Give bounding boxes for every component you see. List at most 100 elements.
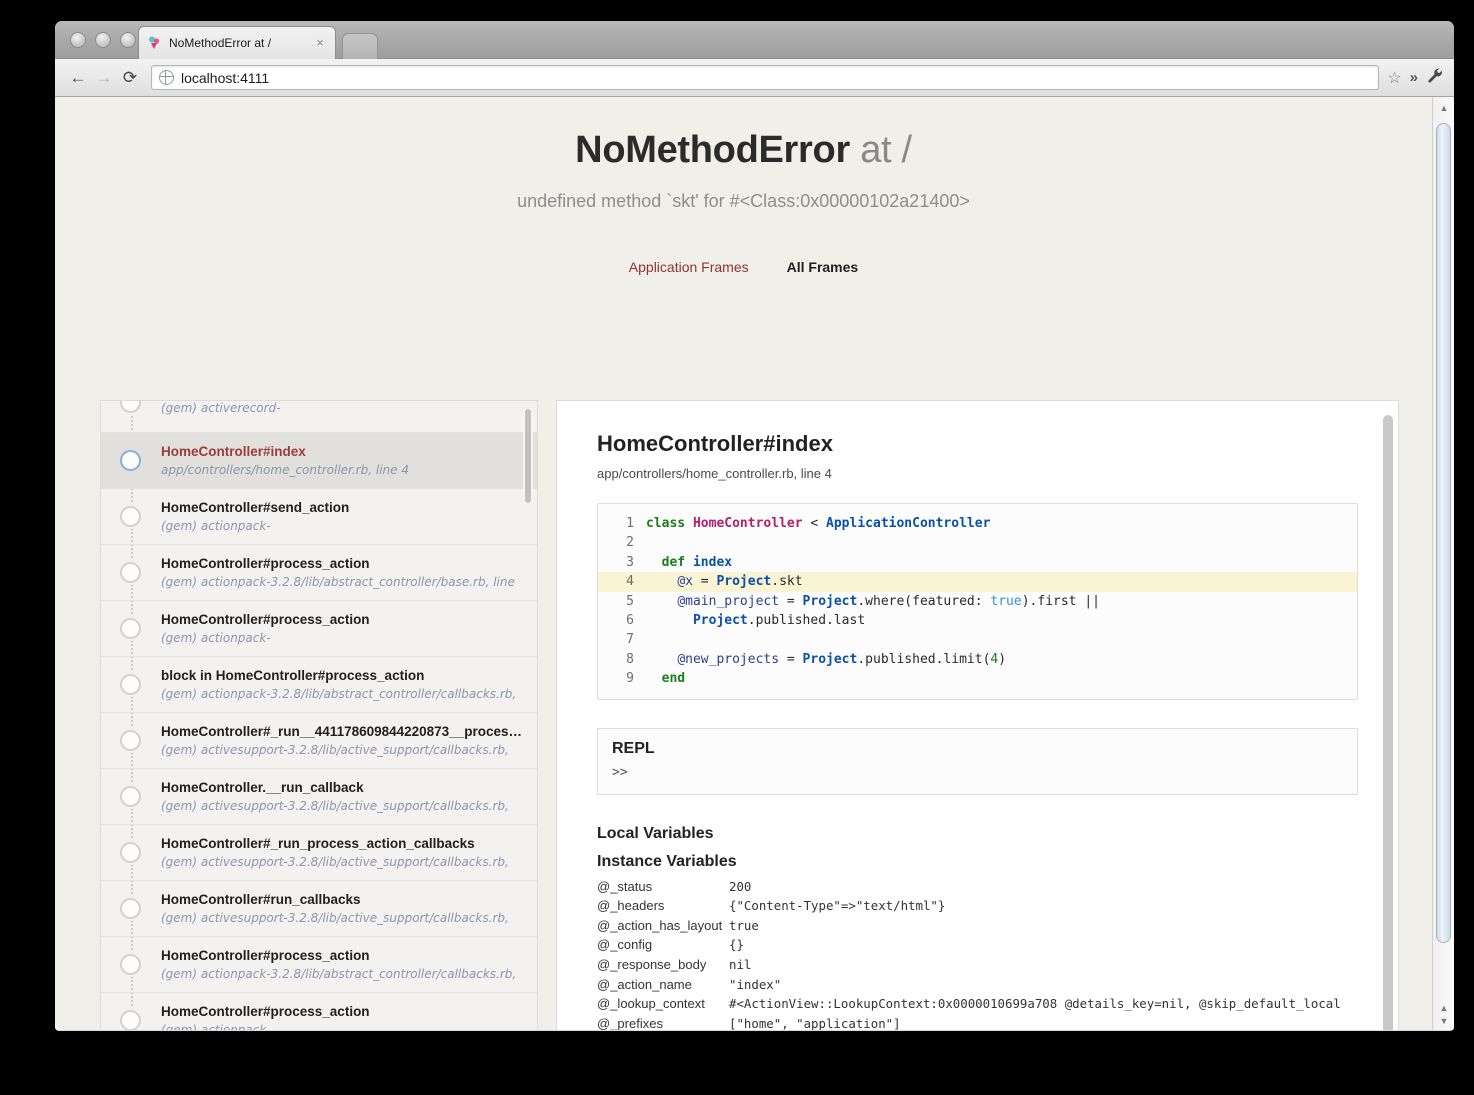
scroll-down-icon[interactable]: ▼ bbox=[1437, 1015, 1451, 1027]
code-line-number: 4 bbox=[626, 574, 634, 590]
close-icon[interactable]: × bbox=[313, 36, 327, 50]
frame-path: (gem) activesupport-3.2.8/lib/active_sup… bbox=[161, 911, 509, 925]
minimize-window-button[interactable] bbox=[95, 32, 111, 48]
code-line-text: def index bbox=[661, 554, 733, 570]
forward-button[interactable]: → bbox=[91, 65, 117, 91]
code-line: 6 Project.published.last bbox=[598, 611, 1357, 630]
frame-path: (gem) actionpack- bbox=[161, 519, 271, 533]
code-line-number: 9 bbox=[626, 671, 634, 687]
frame-bullet-icon bbox=[120, 450, 141, 471]
repl-panel[interactable]: REPL >> bbox=[597, 727, 1358, 795]
variable-name: @_action_name bbox=[597, 976, 692, 992]
frame-name: HomeController#send_action bbox=[161, 500, 350, 515]
reload-button[interactable]: ⟳ bbox=[117, 65, 143, 91]
variable-row: @_prefixes ["home", "application"] bbox=[597, 1014, 1358, 1030]
frame-list-item[interactable]: HomeController#send_action (gem) actionpa… bbox=[101, 489, 537, 545]
frame-path: (gem) activesupport-3.2.8/lib/active_sup… bbox=[161, 799, 509, 813]
code-line-text: class HomeController < ApplicationContro… bbox=[646, 516, 991, 531]
instance-variables-table: @_status 200 @_headers {"Content-Type"=>"te… bbox=[597, 877, 1358, 1030]
frame-name: HomeController#process_action bbox=[161, 948, 370, 963]
frame-list-item[interactable]: HomeController.__run_callback (gem) activ… bbox=[101, 769, 537, 825]
tab-all-frames[interactable]: All Frames bbox=[787, 259, 859, 275]
frame-list-item[interactable]: HomeController#run_callbacks (gem) active… bbox=[101, 881, 537, 937]
code-line-number: 3 bbox=[626, 554, 634, 570]
frames-list: (gem) activerecord- HomeController#index a… bbox=[101, 401, 537, 1030]
frame-path: (gem) activesupport-3.2.8/lib/active_sup… bbox=[161, 743, 509, 757]
url-text: localhost:4111 bbox=[181, 69, 270, 86]
code-line-text: end bbox=[661, 671, 686, 687]
frame-path: (gem) actionpack-3.2.8/lib/abstract_cont… bbox=[161, 575, 515, 589]
frame-bullet-icon bbox=[120, 786, 141, 807]
frame-list-item[interactable]: (gem) activerecord- bbox=[101, 401, 537, 433]
variable-row: @_lookup_context #<ActionView::LookupCont… bbox=[597, 994, 1358, 1014]
frame-path: (gem) activesupport-3.2.8/lib/active_sup… bbox=[161, 855, 509, 869]
variable-value: "index" bbox=[729, 976, 782, 992]
wrench-icon[interactable] bbox=[1427, 67, 1444, 89]
variable-name: @_lookup_context bbox=[597, 996, 705, 1012]
frame-detail-title: HomeController#index bbox=[597, 431, 833, 456]
frame-list-item[interactable]: HomeController#process_action (gem) actio… bbox=[101, 993, 537, 1030]
frame-bullet-icon bbox=[120, 674, 141, 695]
page-scrollbar-thumb[interactable] bbox=[1436, 123, 1451, 943]
frame-bullet-icon bbox=[120, 562, 141, 583]
frame-bullet-icon bbox=[120, 401, 141, 413]
code-line-text: Project.published.last bbox=[692, 613, 866, 629]
frame-list-item[interactable]: HomeController#process_action (gem) actio… bbox=[101, 937, 537, 993]
frame-bullet-icon bbox=[120, 842, 141, 863]
browser-tab[interactable]: NoMethodError at / × bbox=[138, 26, 336, 59]
frame-bullet-icon bbox=[120, 898, 141, 919]
scroll-up-small-icon[interactable]: ▲ bbox=[1437, 1002, 1451, 1014]
code-line: 3 def index bbox=[598, 553, 1357, 572]
frame-list-item[interactable]: HomeController#index app/controllers/home… bbox=[101, 433, 537, 489]
detail-scrollbar[interactable] bbox=[1383, 415, 1393, 1030]
page-scrollbar[interactable]: ▲ ▲ ▼ bbox=[1432, 97, 1454, 1030]
browser-tab-title: NoMethodError at / bbox=[169, 36, 272, 50]
frame-path: (gem) actionpack-3.2.8/lib/abstract_cont… bbox=[161, 687, 517, 701]
window-controls bbox=[70, 32, 136, 48]
variable-name: @_response_body bbox=[597, 957, 707, 973]
maximize-window-button[interactable] bbox=[120, 32, 136, 48]
repl-input[interactable]: >> bbox=[612, 765, 1343, 780]
variable-name: @_headers bbox=[597, 898, 665, 914]
frame-name: HomeController#process_action bbox=[161, 1004, 370, 1019]
chevron-double-right-icon[interactable]: » bbox=[1410, 69, 1418, 86]
frame-path: (gem) actionpack- bbox=[161, 631, 271, 645]
error-header: NoMethodError at / undefined method `skt… bbox=[55, 97, 1432, 275]
code-line: 7 bbox=[598, 630, 1357, 649]
frame-list-item[interactable]: HomeController#process_action (gem) actio… bbox=[101, 545, 537, 601]
address-bar[interactable]: localhost:4111 bbox=[151, 65, 1380, 90]
source-code-block: 1 class HomeController < ApplicationContr… bbox=[597, 503, 1358, 700]
local-variables-title: Local Variables bbox=[597, 824, 714, 842]
frames-scrollbar[interactable] bbox=[523, 407, 533, 505]
frame-name: HomeController.__run_callback bbox=[161, 780, 364, 795]
close-window-button[interactable] bbox=[70, 32, 86, 48]
variable-value: true bbox=[729, 917, 759, 933]
variable-row: @_response_body nil bbox=[597, 955, 1358, 975]
frame-detail-subtitle: app/controllers/home_controller.rb, line… bbox=[597, 466, 832, 481]
code-line-number: 5 bbox=[626, 593, 634, 609]
code-line-number: 7 bbox=[626, 632, 634, 648]
scroll-up-icon[interactable]: ▲ bbox=[1437, 102, 1451, 114]
variable-row: @_action_name "index" bbox=[597, 975, 1358, 995]
frame-list-item[interactable]: block in HomeController#process_action (g… bbox=[101, 657, 537, 713]
bookmark-star-icon[interactable]: ☆ bbox=[1387, 68, 1401, 88]
frame-list-item[interactable]: HomeController#process_action (gem) actio… bbox=[101, 601, 537, 657]
frame-bullet-icon bbox=[120, 618, 141, 639]
variable-value: ["home", "application"] bbox=[729, 1015, 901, 1030]
code-line-text: @new_projects = Project.published.limit(… bbox=[677, 651, 1007, 667]
frame-detail-pane: HomeController#index app/controllers/hom… bbox=[556, 400, 1399, 1030]
frame-list-item[interactable]: HomeController#_run_process_action_callb… bbox=[101, 825, 537, 881]
variable-row: @_status 200 bbox=[597, 877, 1358, 897]
code-line: 9 end bbox=[598, 669, 1357, 688]
back-button[interactable]: ← bbox=[65, 65, 91, 91]
code-line: 2 bbox=[598, 533, 1357, 552]
globe-icon bbox=[159, 70, 174, 85]
error-message: undefined method `skt' for #<Class:0x000… bbox=[517, 191, 970, 211]
tab-application-frames[interactable]: Application Frames bbox=[629, 259, 749, 275]
frame-list-item[interactable]: HomeController#_run__441178609844220873_… bbox=[101, 713, 537, 769]
variable-value: #<ActionView::LookupContext:0x0000010699… bbox=[729, 996, 1341, 1012]
new-tab-button[interactable] bbox=[342, 33, 378, 59]
variable-value: 200 bbox=[729, 878, 752, 894]
frame-path: app/controllers/home_controller.rb, line… bbox=[161, 463, 409, 477]
